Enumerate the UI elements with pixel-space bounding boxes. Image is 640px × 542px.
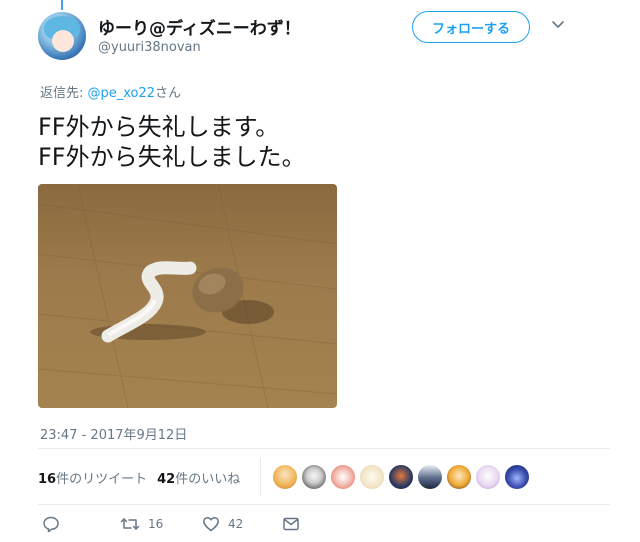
envelope-icon	[283, 517, 299, 531]
chevron-down-icon[interactable]	[550, 16, 566, 32]
user-handle[interactable]: @yuuri38novan	[98, 40, 201, 55]
divider	[38, 448, 610, 449]
follow-button[interactable]: フォローする	[412, 11, 530, 43]
tweet-line: FF外から失礼しました。	[38, 143, 306, 171]
engagement-stats: 16件のリツイート 42件のいいね	[38, 468, 240, 487]
tweet-text: FF外から失礼します。 FF外から失礼しました。	[38, 112, 306, 172]
like-button[interactable]: 42	[202, 514, 243, 534]
liker-avatar[interactable]	[359, 464, 385, 490]
retweet-button[interactable]: 16	[120, 514, 163, 534]
display-name[interactable]: ゆーり@ディズニーわず！	[98, 14, 301, 39]
likes-label: 件のいいね	[175, 472, 241, 487]
liker-avatar[interactable]	[388, 464, 414, 490]
divider	[38, 504, 610, 505]
reply-mention-link[interactable]: @pe_xo22	[88, 86, 156, 101]
reply-context: 返信先: @pe_xo22さん	[40, 82, 181, 101]
tweet-timestamp[interactable]: 23:47 - 2017年9月12日	[40, 424, 187, 443]
liker-avatar[interactable]	[446, 464, 472, 490]
avatar[interactable]	[38, 12, 86, 60]
reply-icon	[43, 516, 59, 533]
direct-message-button[interactable]	[282, 514, 300, 534]
tweet-line: FF外から失礼します。	[38, 113, 280, 141]
retweet-icon	[120, 518, 140, 530]
retweets-count: 16	[38, 472, 57, 487]
liker-avatar[interactable]	[475, 464, 501, 490]
retweet-count: 16	[148, 517, 164, 531]
reply-prefix: 返信先:	[40, 86, 88, 101]
heart-icon	[203, 516, 219, 532]
likes-count: 42	[157, 472, 176, 487]
retweets-stat[interactable]: 16件のリツイート	[38, 472, 147, 487]
liker-avatar[interactable]	[301, 464, 327, 490]
retweets-label: 件のリツイート	[56, 472, 148, 487]
thread-connector	[61, 0, 63, 10]
reply-suffix: さん	[155, 86, 182, 101]
like-count: 42	[228, 517, 244, 531]
stats-separator	[260, 458, 261, 496]
reply-button[interactable]	[42, 514, 60, 534]
tweet-photo[interactable]	[38, 184, 337, 408]
liker-avatar[interactable]	[417, 464, 443, 490]
liker-avatar[interactable]	[504, 464, 530, 490]
likes-stat[interactable]: 42件のいいね	[157, 472, 240, 487]
liker-avatar[interactable]	[272, 464, 298, 490]
tweet-actions: 16 42	[38, 514, 338, 534]
liker-avatar[interactable]	[330, 464, 356, 490]
avatar-face	[52, 30, 74, 52]
